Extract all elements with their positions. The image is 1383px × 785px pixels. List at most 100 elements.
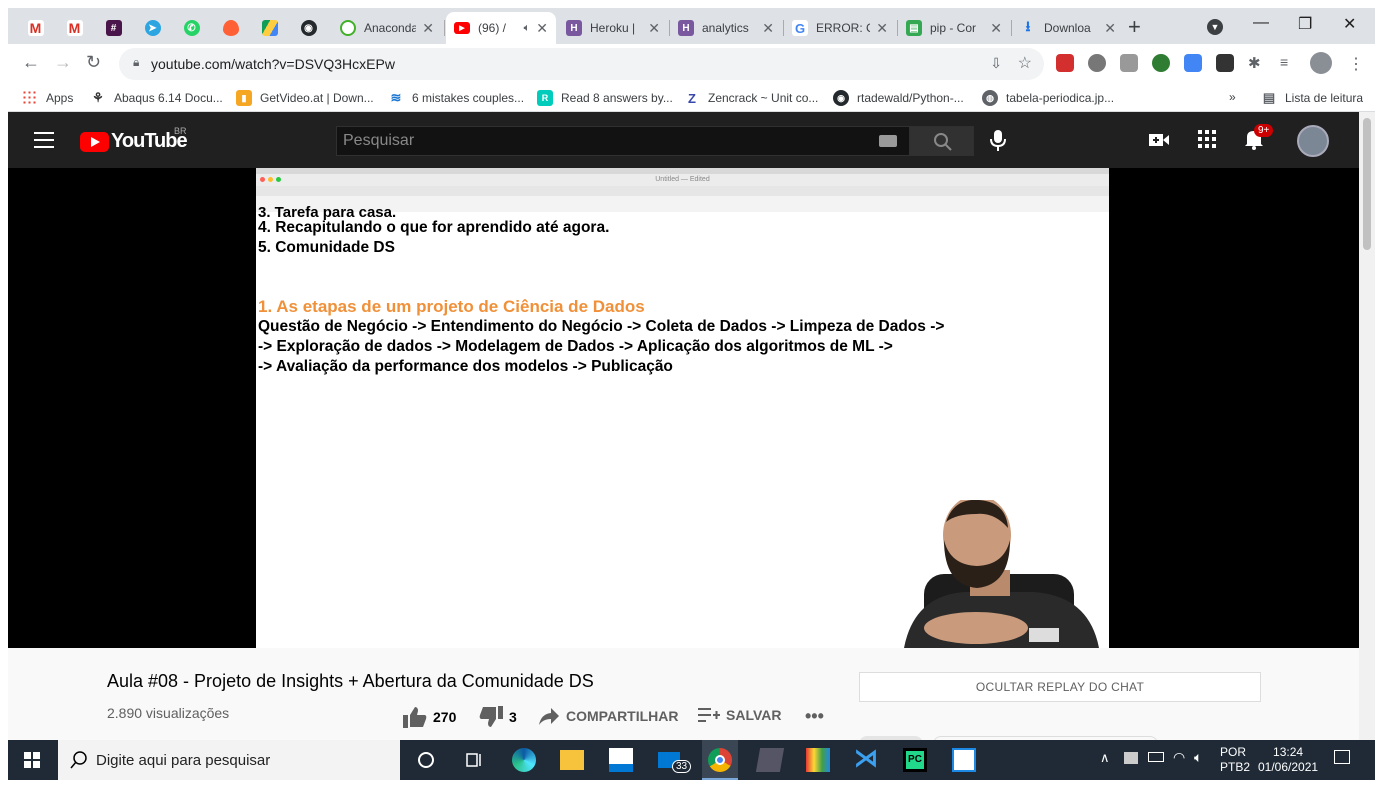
close-icon[interactable]: ✕ (1104, 20, 1116, 37)
minimize-button[interactable]: — (1253, 14, 1269, 32)
acrobat-extension-icon[interactable] (1056, 54, 1074, 72)
camera-extension-icon[interactable] (1120, 54, 1138, 72)
profile-avatar[interactable] (1310, 52, 1332, 74)
microphone-icon[interactable] (990, 130, 1006, 152)
tab-telegram[interactable]: ➤ (133, 12, 172, 44)
keyboard-icon[interactable] (879, 135, 897, 147)
selenium-extension-icon[interactable] (1216, 54, 1234, 72)
menu-dots-icon[interactable]: ⋮ (1348, 54, 1366, 73)
bookmark-getvideo[interactable]: ▮ GetVideo.at | Down... (236, 90, 374, 106)
more-bookmarks-button[interactable]: » (1229, 90, 1236, 104)
bookmark-zencrack[interactable]: Z Zencrack ~ Unit co... (684, 90, 818, 106)
google-translate-icon[interactable] (1184, 54, 1202, 72)
google-drive-icon (261, 20, 278, 36)
search-icon (934, 133, 952, 151)
address-bar[interactable]: 🔒︎ youtube.com/watch?v=DSVQ3HcxEPw ⇩ ☆ (119, 48, 1044, 80)
bookmark-star-icon[interactable]: ☆ (1018, 53, 1032, 73)
tab-whatsapp[interactable]: ✆ (172, 12, 211, 44)
task-view-icon[interactable] (463, 748, 487, 772)
pycharm-icon[interactable]: PC (903, 748, 927, 772)
close-icon[interactable]: ✕ (876, 20, 888, 37)
taskbar-search-input[interactable] (96, 750, 386, 770)
close-icon[interactable]: ✕ (422, 20, 434, 37)
bookmark-github[interactable]: ◉ rtadewald/Python-... (833, 90, 964, 106)
more-actions-button[interactable]: ••• (805, 706, 824, 727)
save-button[interactable]: SALVAR (698, 706, 781, 724)
battery-icon[interactable] (1148, 752, 1164, 762)
close-icon[interactable]: ✕ (762, 20, 774, 37)
tray-app-icon[interactable] (1124, 752, 1138, 764)
new-tab-button[interactable]: + (1128, 14, 1141, 40)
volume-icon[interactable]: 🔈︎ (1194, 749, 1202, 766)
install-app-icon[interactable]: ⇩ (990, 55, 1002, 72)
tab-github[interactable]: ◉ (289, 12, 328, 44)
bookmark-label: GetVideo.at | Down... (260, 91, 374, 105)
photos-app-icon[interactable] (952, 748, 976, 772)
bookmark-abaqus[interactable]: ⚘ Abaqus 6.14 Docu... (90, 90, 223, 106)
tab-gmail-2[interactable]: M (55, 12, 94, 44)
bookmark-apps[interactable]: Apps (22, 90, 73, 106)
chevron-up-icon[interactable]: ∧ (1100, 750, 1110, 766)
share-button[interactable]: COMPARTILHAR (538, 706, 679, 726)
thumbs-down-icon (479, 706, 503, 727)
notification-center-icon[interactable] (1334, 750, 1350, 764)
back-button[interactable]: ← (22, 52, 40, 73)
video-player[interactable]: Untitled — Edited 3. Tarefa para casa. 4… (8, 168, 1359, 648)
user-avatar[interactable] (1297, 125, 1329, 157)
close-window-button[interactable]: ✕ (1343, 14, 1356, 34)
notifications-button[interactable]: 9+ (1244, 124, 1274, 155)
taskbar-clock[interactable]: 13:24 01/06/2021 (1258, 745, 1318, 775)
tab-anaconda[interactable]: Anaconda ✕ (332, 12, 442, 44)
windows-start-icon[interactable] (24, 752, 40, 768)
hide-chat-replay-button[interactable]: OCULTAR REPLAY DO CHAT (859, 672, 1261, 702)
menu-hamburger-icon[interactable] (34, 132, 54, 153)
wifi-icon[interactable]: ◠ (1173, 749, 1185, 766)
tab-heroku-2[interactable]: H analytics ✕ (670, 12, 782, 44)
speaker-icon[interactable]: 🔈︎ (524, 22, 531, 35)
close-icon[interactable]: ✕ (990, 20, 1002, 37)
bookmark-tabela[interactable]: ◍ tabela-periodica.jp... (982, 90, 1114, 106)
page-scrollbar[interactable] (1359, 112, 1375, 740)
vscode-icon[interactable]: ⋊ (854, 747, 878, 772)
close-icon[interactable]: ✕ (536, 20, 548, 37)
bookmark-couples[interactable]: ≋ 6 mistakes couples... (388, 90, 525, 106)
mail-app[interactable]: 33 (658, 748, 692, 773)
tab-pip[interactable]: ▤ pip - Cor ✕ (898, 12, 1010, 44)
search-input[interactable] (337, 127, 877, 155)
edge-icon[interactable] (512, 748, 536, 772)
puzzle-extensions-icon[interactable]: ✱ (1248, 54, 1266, 72)
bookmark-researchgate[interactable]: R Read 8 answers by... (537, 90, 673, 106)
reading-list-button[interactable]: ▤ Lista de leitura (1261, 90, 1363, 106)
tab-google-error[interactable]: G ERROR: C ✕ (784, 12, 896, 44)
create-video-icon[interactable] (1149, 130, 1169, 150)
apps-grid-icon[interactable] (1198, 130, 1216, 148)
tab-download[interactable]: ⭳ Downloa ✕ (1012, 12, 1124, 44)
close-icon[interactable]: ✕ (648, 20, 660, 37)
scrollbar-thumb[interactable] (1363, 118, 1371, 250)
reload-button[interactable]: ↻ (86, 52, 101, 73)
like-button[interactable]: 270 (403, 706, 456, 728)
spectrum-app-icon[interactable] (806, 748, 830, 772)
tab-gmail-1[interactable]: M (16, 12, 55, 44)
im-extension-icon[interactable] (1152, 54, 1170, 72)
restore-button[interactable]: ❐ (1298, 14, 1312, 34)
media-control-icon[interactable]: ≡ (1280, 54, 1298, 72)
tab-search-button[interactable]: ▼ (1207, 17, 1223, 35)
app-icon[interactable] (755, 748, 785, 772)
heroku-icon: H (678, 20, 694, 36)
tab-google-drive[interactable] (250, 12, 289, 44)
file-explorer-icon[interactable] (560, 750, 584, 770)
chrome-taskbar-button[interactable] (702, 740, 738, 780)
tab-heroku-1[interactable]: H Heroku | ✕ (558, 12, 668, 44)
tab-youtube[interactable]: ▶ (96) / 🔈︎ ✕ (446, 12, 556, 44)
extension-icon[interactable] (1088, 54, 1106, 72)
tab-tinder[interactable] (211, 12, 250, 44)
input-language[interactable]: POR PTB2 (1220, 745, 1250, 775)
youtube-logo[interactable]: YouTube BR (80, 126, 188, 153)
cortana-icon[interactable] (414, 748, 438, 772)
search-button[interactable] (910, 126, 974, 156)
forward-button[interactable]: → (54, 52, 72, 73)
dislike-button[interactable]: 3 (479, 706, 517, 728)
store-icon[interactable] (609, 748, 633, 772)
tab-slack[interactable]: # (94, 12, 133, 44)
